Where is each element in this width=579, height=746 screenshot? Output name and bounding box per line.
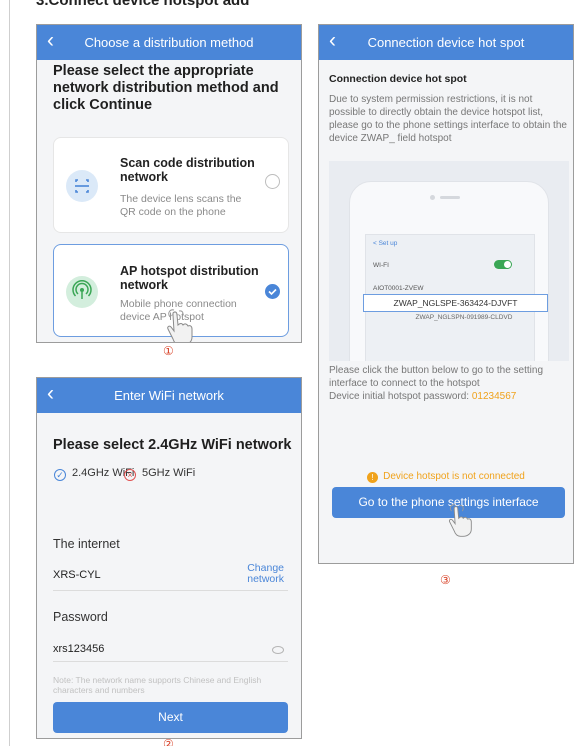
option-title: Scan code distribution network	[120, 156, 255, 184]
mock-back-label: < Set up	[373, 240, 398, 247]
screen-choose-method: ‹ Choose a distribution method Please se…	[36, 24, 302, 343]
password-prefix: Device initial hotspot password:	[329, 391, 470, 402]
section-heading: 3.Connect device hotspot add	[36, 0, 250, 9]
status-text: Device hotspot is not connected	[383, 471, 525, 482]
pointing-hand-icon	[167, 309, 193, 342]
header-title: Enter WiFi network	[114, 388, 224, 403]
option-scan-code[interactable]: Scan code distribution network The devic…	[53, 137, 289, 233]
network-label: The internet	[53, 537, 120, 551]
mock-ssid: ZWAP_NGLSPN-091989-CLDVD	[415, 314, 513, 321]
divider	[53, 590, 288, 591]
option-title: AP hotspot distribution network	[120, 264, 259, 292]
change-network-link[interactable]: Change network	[229, 563, 284, 585]
step-caption: ①	[163, 344, 174, 358]
option-desc: The device lens scans the QR code on the…	[120, 193, 242, 218]
warning-icon: !	[367, 472, 379, 483]
header-title: Connection device hot spot	[367, 35, 525, 50]
screen-enter-wifi: ‹ Enter WiFi network Please select 2.4GH…	[36, 377, 302, 739]
freq-label: 5GHz WiFi	[142, 467, 196, 479]
cross-circle-icon: ×	[124, 469, 136, 481]
password-label: Password	[53, 610, 108, 624]
mock-ssid: AIOT0001-ZVEW	[373, 285, 424, 292]
password-field[interactable]: xrs123456	[53, 643, 104, 655]
settings-illustration: < Set up WI-FI AIOT0001-ZVEW ZWAP_NGLSPE…	[329, 161, 569, 361]
divider	[53, 661, 288, 662]
freq-supported: ✓ 2.4GHz WiFi	[54, 467, 134, 481]
network-value[interactable]: XRS-CYL	[53, 569, 101, 581]
margin-line	[9, 0, 10, 746]
check-circle-icon: ✓	[54, 469, 66, 481]
header-title: Choose a distribution method	[84, 35, 254, 50]
screen-connect-hotspot: ‹ Connection device hot spot Connection …	[318, 24, 574, 564]
instruction-text: Please click the button below to go to t…	[329, 365, 544, 389]
wifi-heading: Please select 2.4GHz WiFi network	[53, 437, 292, 453]
step-caption: ②	[163, 737, 174, 746]
pointing-hand-icon	[449, 504, 472, 537]
connection-status: ! Device hotspot is not connected	[319, 471, 573, 483]
phone-mockup: < Set up WI-FI AIOT0001-ZVEW	[349, 181, 549, 361]
hotspot-title: Connection device hot spot	[329, 73, 467, 85]
header-bar: ‹ Enter WiFi network	[37, 378, 301, 413]
camera-dot	[430, 195, 435, 200]
header-bar: ‹ Choose a distribution method	[37, 25, 301, 60]
check-circle-icon[interactable]	[265, 284, 280, 299]
hotspot-icon	[66, 276, 98, 308]
scan-icon	[66, 170, 98, 202]
network-note: Note: The network name supports Chinese …	[53, 675, 262, 695]
hotspot-password: 01234567	[471, 391, 517, 402]
highlighted-ssid: ZWAP_NGLSPE-363424-DJVFT	[363, 294, 548, 312]
step-caption: ③	[440, 573, 451, 587]
eye-icon[interactable]	[272, 646, 284, 654]
next-button[interactable]: Next	[53, 702, 288, 733]
speaker-slot	[440, 196, 460, 199]
hotspot-desc: Due to system permission restrictions, i…	[329, 94, 567, 144]
hotspot-instruction: Please click the button below to go to t…	[329, 364, 567, 403]
manual-page: 3.Connect device hotspot add ‹ Choose a …	[0, 0, 579, 746]
wifi-toggle	[494, 260, 512, 269]
radio-unselected[interactable]	[265, 174, 280, 189]
method-question: Please select the appropriate network di…	[53, 63, 279, 113]
header-bar: ‹ Connection device hot spot	[319, 25, 573, 60]
freq-unsupported: × 5GHz WiFi	[124, 467, 195, 481]
